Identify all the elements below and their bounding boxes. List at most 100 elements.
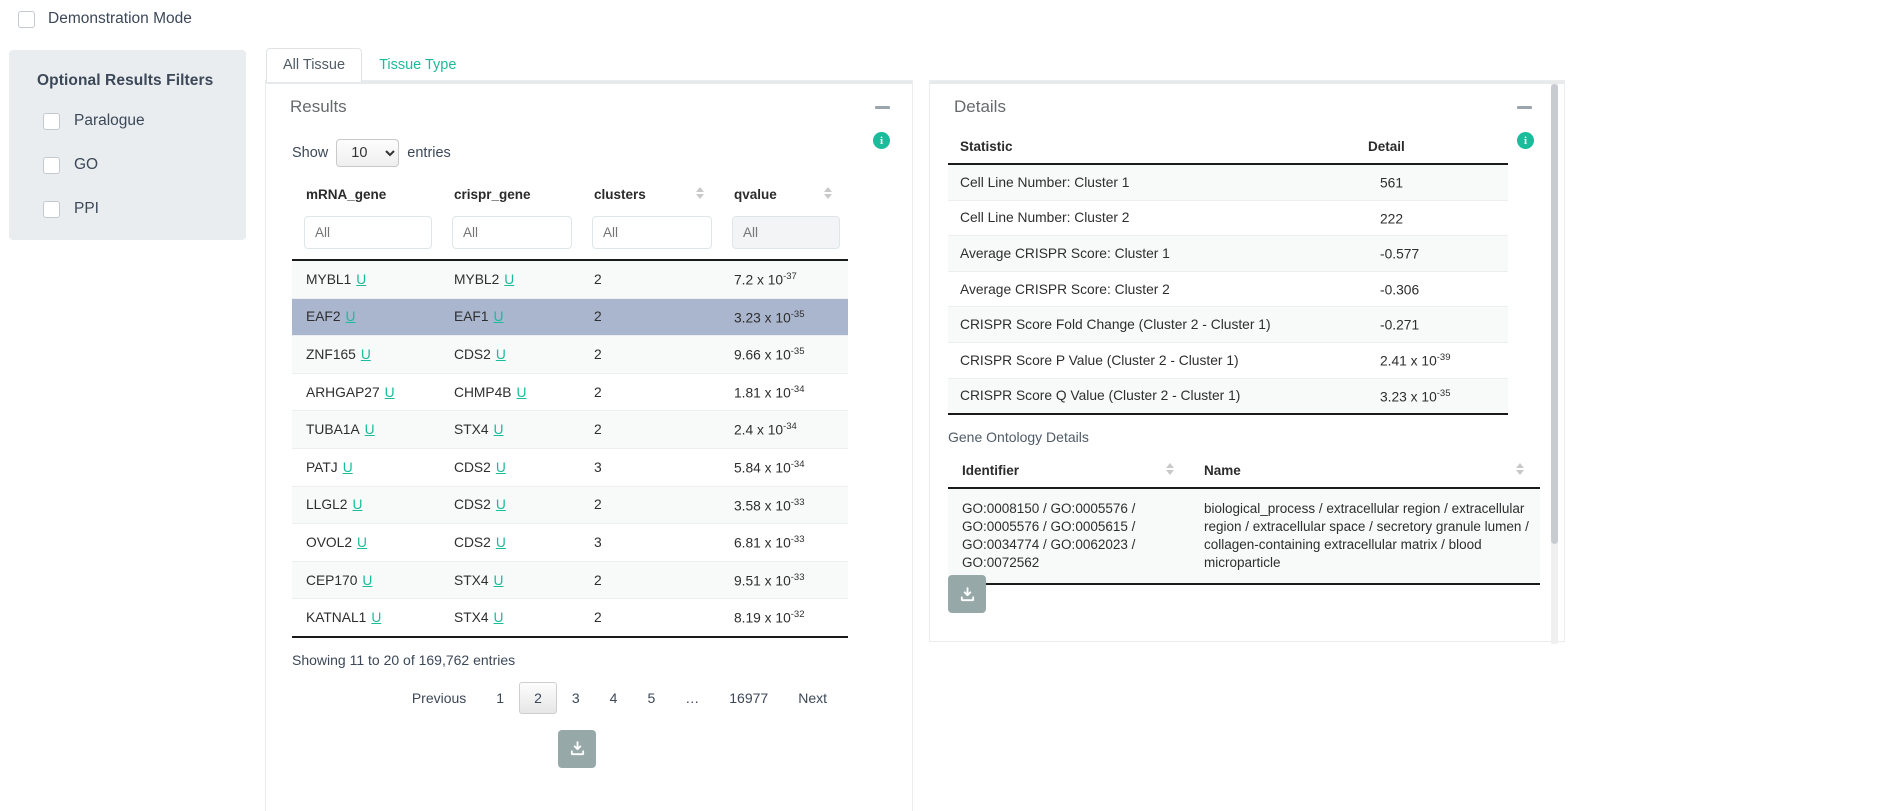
cell-clusters: 2 <box>580 260 720 299</box>
uniprot-link-icon[interactable]: U <box>496 535 506 550</box>
show-label: Show <box>292 145 329 161</box>
filter-item-paralogue[interactable]: Paralogue <box>31 112 224 130</box>
minimize-icon[interactable] <box>1517 106 1532 109</box>
go-checkbox[interactable] <box>43 156 60 174</box>
uniprot-link-icon[interactable]: U <box>357 535 367 550</box>
uniprot-link-icon[interactable]: U <box>362 573 372 588</box>
qvalue-exponent: -33 <box>790 534 805 546</box>
table-row[interactable]: TUBA1A U STX4 U 2 2.4 x 10-34 <box>292 410 848 449</box>
info-circle-icon[interactable]: i <box>873 132 890 149</box>
uniprot-link-icon[interactable]: U <box>365 422 375 437</box>
download-results-button[interactable] <box>558 729 596 768</box>
cell-crispr-gene: CDS2 U <box>440 335 580 374</box>
tab-tissue-type[interactable]: Tissue Type <box>362 48 473 82</box>
mrna-gene-value: EAF2 <box>306 309 341 325</box>
page-previous[interactable]: Previous <box>397 682 481 714</box>
filter-input-clusters[interactable] <box>592 216 712 249</box>
uniprot-link-icon[interactable]: U <box>517 385 527 400</box>
uniprot-link-icon[interactable]: U <box>346 309 356 324</box>
download-details-button[interactable] <box>948 575 986 613</box>
uniprot-link-icon[interactable]: U <box>496 347 506 362</box>
cell-qvalue: 2.4 x 10-34 <box>720 410 848 449</box>
scrollbar-thumb[interactable] <box>1551 84 1558 544</box>
column-label: qvalue <box>734 187 777 202</box>
column-header-mrna-gene[interactable]: mRNA_gene <box>292 181 440 212</box>
cell-crispr-gene: CHMP4B U <box>440 373 580 412</box>
table-row[interactable]: OVOL2 U CDS2 U 3 6.81 x 10-33 <box>292 523 848 562</box>
page-length-select[interactable]: 10 25 50 100 <box>336 139 400 167</box>
qvalue-mantissa: 2.4 x 10 <box>734 422 784 438</box>
table-row[interactable]: ZNF165 U CDS2 U 2 9.66 x 10-35 <box>292 335 848 374</box>
uniprot-link-icon[interactable]: U <box>343 460 353 475</box>
cell-crispr-gene: STX4 U <box>440 598 580 638</box>
uniprot-link-icon[interactable]: U <box>356 272 366 287</box>
page-2[interactable]: 2 <box>519 681 557 714</box>
sort-arrows-icon[interactable] <box>1166 463 1174 476</box>
uniprot-link-icon[interactable]: U <box>494 309 504 324</box>
cell-detail: -0.577 <box>1368 235 1508 272</box>
column-label: clusters <box>594 187 646 202</box>
tab-bar: All Tissue Tissue Type <box>266 48 473 82</box>
cell-mrna-gene: EAF2 U <box>292 298 440 337</box>
sort-arrows-icon[interactable] <box>1516 463 1524 476</box>
column-header-crispr-gene[interactable]: crispr_gene <box>440 181 580 212</box>
uniprot-link-icon[interactable]: U <box>504 272 514 287</box>
results-table-body: MYBL1 U MYBL2 U 2 7.2 x 10-37 EAF2 U EAF1 U … <box>292 260 848 638</box>
table-row[interactable]: PATJ U CDS2 U 3 5.84 x 10-34 <box>292 448 848 487</box>
results-header-row: mRNA_gene crispr_gene clusters qvalue <box>292 181 848 212</box>
page-5[interactable]: 5 <box>632 682 670 714</box>
filter-item-go[interactable]: GO <box>31 156 224 174</box>
page-3[interactable]: 3 <box>557 682 595 714</box>
filter-input-qvalue[interactable] <box>732 216 840 249</box>
detail-exponent: -39 <box>1436 351 1451 363</box>
page-next[interactable]: Next <box>783 682 842 714</box>
page-1[interactable]: 1 <box>481 682 519 714</box>
uniprot-link-icon[interactable]: U <box>361 347 371 362</box>
detail-value: 3.23 x 10 <box>1380 389 1437 405</box>
column-header-name[interactable]: Name <box>1190 457 1540 490</box>
crispr-gene-value: MYBL2 <box>454 271 500 287</box>
uniprot-link-icon[interactable]: U <box>385 385 395 400</box>
uniprot-link-icon[interactable]: U <box>494 573 504 588</box>
column-header-qvalue[interactable]: qvalue <box>720 181 848 212</box>
ppi-checkbox[interactable] <box>43 200 60 218</box>
filter-item-ppi[interactable]: PPI <box>31 200 224 218</box>
gene-ontology-details-title: Gene Ontology Details <box>948 429 1089 446</box>
uniprot-link-icon[interactable]: U <box>496 497 506 512</box>
filter-input-crispr-gene[interactable] <box>452 216 572 249</box>
sort-arrows-icon[interactable] <box>696 187 704 199</box>
cell-clusters: 2 <box>580 373 720 412</box>
filter-input-mrna-gene[interactable] <box>304 216 432 249</box>
filter-cell-qvalue <box>720 212 848 260</box>
table-row[interactable]: MYBL1 U MYBL2 U 2 7.2 x 10-37 <box>292 260 848 299</box>
tab-all-tissue[interactable]: All Tissue <box>266 48 363 82</box>
details-scrollbar[interactable] <box>1551 84 1558 644</box>
page-4[interactable]: 4 <box>595 682 633 714</box>
table-row[interactable]: LLGL2 U CDS2 U 2 3.58 x 10-33 <box>292 486 848 525</box>
sort-arrows-icon[interactable] <box>824 187 832 199</box>
uniprot-link-icon[interactable]: U <box>352 497 362 512</box>
cell-clusters: 2 <box>580 486 720 525</box>
info-circle-icon[interactable]: i <box>1517 132 1534 149</box>
table-row: CRISPR Score P Value (Cluster 2 - Cluste… <box>948 342 1508 379</box>
qvalue-exponent: -34 <box>790 383 805 395</box>
column-header-identifier[interactable]: Identifier <box>948 457 1190 490</box>
table-row[interactable]: ARHGAP27 U CHMP4B U 2 1.81 x 10-34 <box>292 373 848 412</box>
table-row[interactable]: EAF2 U EAF1 U 2 3.23 x 10-35 <box>292 298 848 337</box>
table-row[interactable]: KATNAL1 U STX4 U 2 8.19 x 10-32 <box>292 598 848 638</box>
table-row[interactable]: CEP170 U STX4 U 2 9.51 x 10-33 <box>292 561 848 600</box>
cell-statistic: CRISPR Score Fold Change (Cluster 2 - Cl… <box>948 306 1368 343</box>
uniprot-link-icon[interactable]: U <box>494 610 504 625</box>
uniprot-link-icon[interactable]: U <box>494 422 504 437</box>
results-panel-title: Results <box>290 97 347 116</box>
filters-panel-title: Optional Results Filters <box>37 72 214 89</box>
uniprot-link-icon[interactable]: U <box>371 610 381 625</box>
cell-clusters: 2 <box>580 410 720 449</box>
page-last[interactable]: 16977 <box>714 682 783 714</box>
column-header-clusters[interactable]: clusters <box>580 181 720 212</box>
demonstration-mode-checkbox[interactable] <box>18 10 35 28</box>
uniprot-link-icon[interactable]: U <box>496 460 506 475</box>
minimize-icon[interactable] <box>875 106 890 109</box>
paralogue-checkbox[interactable] <box>43 112 60 130</box>
table-row: CRISPR Score Fold Change (Cluster 2 - Cl… <box>948 306 1508 343</box>
